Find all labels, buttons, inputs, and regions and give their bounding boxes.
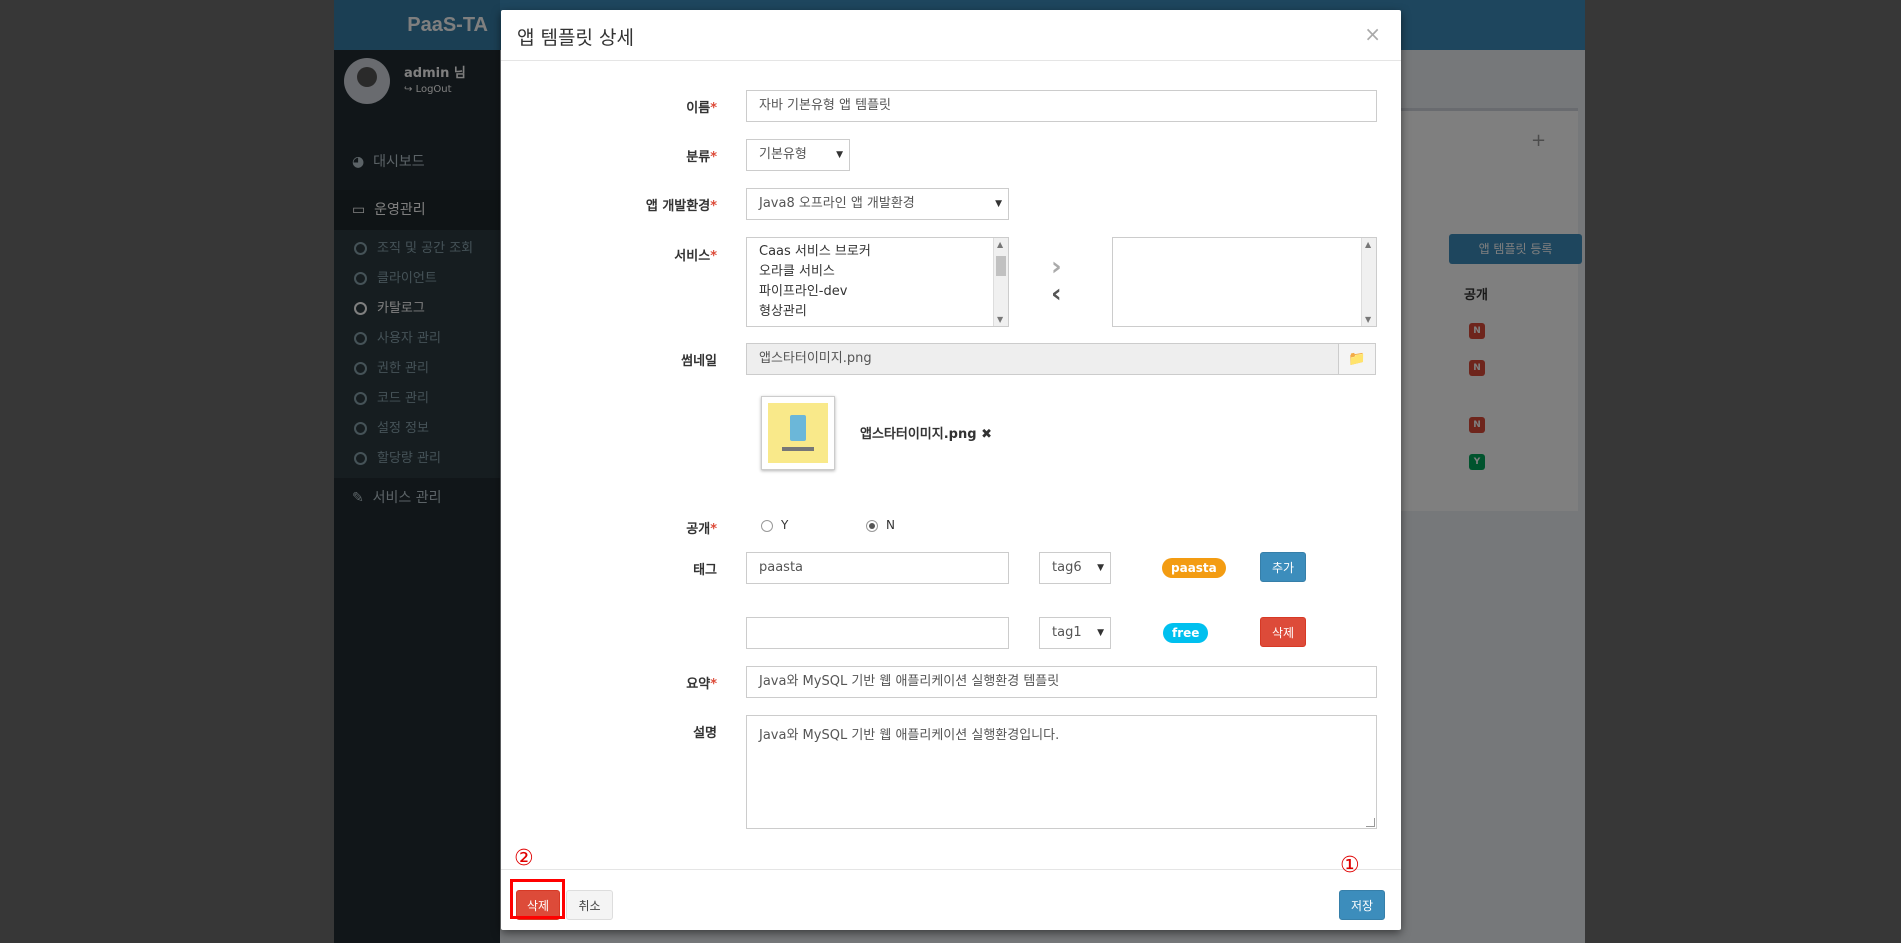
cancel-button[interactable]: 취소 bbox=[566, 890, 613, 920]
caret-down-icon: ▼ bbox=[995, 199, 1002, 209]
folder-open-icon[interactable]: 📁 bbox=[1338, 343, 1376, 375]
save-marker: ① bbox=[1340, 853, 1360, 878]
tag-input[interactable] bbox=[746, 617, 1009, 649]
chevron-left-icon[interactable]: ‹ bbox=[1051, 279, 1062, 309]
list-item[interactable]: Caas 서비스 브로커 bbox=[747, 242, 1008, 262]
thumbnail-image bbox=[768, 403, 828, 463]
dev-env-select[interactable]: Java8 오프라인 앱 개발환경 ▼ bbox=[746, 188, 1009, 220]
scrollbar[interactable]: ▲ ▼ bbox=[993, 238, 1008, 326]
scroll-down-icon[interactable]: ▼ bbox=[1365, 315, 1371, 324]
caret-down-icon: ▼ bbox=[1097, 563, 1104, 573]
dev-env-label: 앱 개발환경* bbox=[645, 199, 717, 214]
remove-icon[interactable]: ✖ bbox=[981, 427, 992, 442]
category-label: 분류* bbox=[686, 150, 717, 165]
thumbnail-preview bbox=[761, 396, 835, 470]
thumbnail-filename-input[interactable]: 앱스타터이미지.png bbox=[746, 343, 1339, 375]
modal-body: 이름* 자바 기본유형 앱 템플릿 분류* 기본유형 ▼ 앱 개발환경* Java… bbox=[501, 61, 1401, 869]
resize-handle[interactable] bbox=[1366, 818, 1375, 827]
services-label: 서비스* bbox=[674, 249, 717, 264]
public-radio-n[interactable]: N bbox=[866, 518, 895, 532]
radio-circle-checked[interactable] bbox=[866, 519, 878, 532]
category-select[interactable]: 기본유형 ▼ bbox=[746, 139, 850, 171]
list-item[interactable]: 오라클 서비스 bbox=[747, 262, 1008, 282]
add-tag-button[interactable]: 추가 bbox=[1260, 552, 1306, 582]
name-label: 이름* bbox=[686, 101, 717, 116]
tag-select[interactable]: tag1 ▼ bbox=[1039, 617, 1111, 649]
public-label: 공개* bbox=[686, 522, 717, 537]
summary-label: 요약* bbox=[686, 677, 717, 692]
chevron-right-icon[interactable]: › bbox=[1051, 252, 1062, 282]
description-label: 설명 bbox=[693, 726, 717, 741]
list-item[interactable]: 파이프라인-dev bbox=[747, 282, 1008, 302]
tag-select[interactable]: tag6 ▼ bbox=[1039, 552, 1111, 584]
selected-services-list[interactable]: ▲ ▼ bbox=[1112, 237, 1377, 327]
modal-header: 앱 템플릿 상세 × bbox=[501, 10, 1401, 61]
caret-down-icon: ▼ bbox=[836, 150, 843, 160]
tag-input[interactable]: paasta bbox=[746, 552, 1009, 584]
scrollbar[interactable]: ▲ ▼ bbox=[1361, 238, 1376, 326]
thumbnail-preview-name: 앱스타터이미지.png ✖ bbox=[860, 427, 992, 442]
scroll-up-icon[interactable]: ▲ bbox=[1365, 240, 1371, 249]
tags-label: 태그 bbox=[693, 563, 717, 578]
modal-title: 앱 템플릿 상세 bbox=[517, 27, 634, 49]
public-radio-y[interactable]: Y bbox=[761, 518, 788, 532]
modal-footer: 삭제 취소 저장 bbox=[501, 869, 1401, 931]
app-template-detail-modal: 앱 템플릿 상세 × 이름* 자바 기본유형 앱 템플릿 분류* 기본유형 ▼ 앱… bbox=[501, 10, 1401, 930]
radio-circle[interactable] bbox=[761, 519, 773, 532]
list-item[interactable]: 형상관리 bbox=[747, 302, 1008, 322]
tag-pill-paasta: paasta bbox=[1162, 558, 1226, 578]
caret-down-icon: ▼ bbox=[1097, 628, 1104, 638]
tag-pill-free: free bbox=[1163, 623, 1209, 643]
scroll-up-icon[interactable]: ▲ bbox=[997, 240, 1003, 249]
name-input[interactable]: 자바 기본유형 앱 템플릿 bbox=[746, 90, 1377, 122]
save-button[interactable]: 저장 bbox=[1339, 890, 1385, 920]
thumbnail-label: 썸네일 bbox=[681, 354, 717, 369]
delete-tag-button[interactable]: 삭제 bbox=[1260, 617, 1306, 647]
summary-input[interactable]: Java와 MySQL 기반 웹 애플리케이션 실행환경 템플릿 bbox=[746, 666, 1377, 698]
scroll-thumb[interactable] bbox=[996, 256, 1006, 276]
delete-highlight-box bbox=[510, 879, 565, 919]
available-services-list[interactable]: Caas 서비스 브로커 오라클 서비스 파이프라인-dev 형상관리 ▲ ▼ bbox=[746, 237, 1009, 327]
description-textarea[interactable]: Java와 MySQL 기반 웹 애플리케이션 실행환경입니다. bbox=[746, 715, 1377, 829]
delete-marker: ② bbox=[514, 846, 534, 871]
scroll-down-icon[interactable]: ▼ bbox=[997, 315, 1003, 324]
close-icon[interactable]: × bbox=[1364, 22, 1381, 46]
